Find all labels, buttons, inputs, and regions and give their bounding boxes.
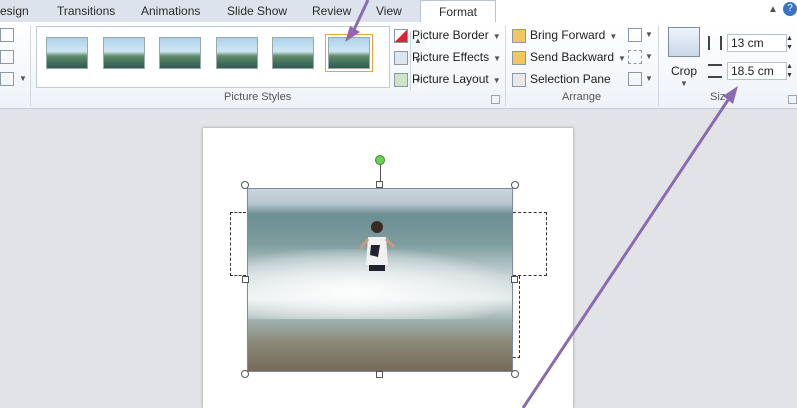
layout-icon <box>394 72 408 87</box>
send-backward-button[interactable]: Send Backward ▼ <box>512 48 626 66</box>
style-thumb-reflected[interactable] <box>272 37 314 69</box>
placeholder-outline-left <box>230 212 246 276</box>
help-icon[interactable]: ? <box>783 2 797 16</box>
reset-picture-icon[interactable] <box>0 72 14 86</box>
minimize-ribbon-icon[interactable]: ▲ <box>768 4 778 15</box>
tab-format[interactable]: Format <box>420 0 496 22</box>
rotate-icon[interactable] <box>628 72 642 86</box>
shape-height-icon <box>708 36 722 50</box>
height-field[interactable]: 13 cm <box>727 34 787 52</box>
resize-handle-top[interactable] <box>376 181 383 188</box>
chevron-down-icon[interactable]: ▼ <box>645 52 653 61</box>
width-spinner[interactable]: ▲ ▼ <box>785 62 794 80</box>
tab-design[interactable]: esign <box>0 3 29 19</box>
compress-icon[interactable] <box>0 50 14 64</box>
placeholder-outline-bottom <box>513 276 520 358</box>
ribbon-tab-bar: esign Transitions Animations Slide Show … <box>0 0 797 23</box>
chevron-down-icon: ▼ <box>618 54 626 63</box>
group-objects-icon[interactable] <box>628 50 642 64</box>
align-icon[interactable] <box>628 28 642 42</box>
chevron-down-icon: ▼ <box>492 76 501 85</box>
chevron-down-icon[interactable]: ▼ <box>19 74 27 83</box>
height-spinner[interactable]: ▲ ▼ <box>785 34 794 52</box>
resize-handle-bottom-left[interactable] <box>241 370 249 378</box>
chevron-down-icon[interactable]: ▼ <box>680 79 688 88</box>
tab-slide-show[interactable]: Slide Show <box>227 3 287 19</box>
picture-effects-button[interactable]: Picture Effects ▼ <box>394 48 501 66</box>
style-thumb-metal-frame[interactable] <box>159 37 201 69</box>
size-group-label: Siz <box>710 91 726 103</box>
picture-border-button[interactable]: Picture Border ▼ <box>394 26 501 44</box>
group-separator <box>30 26 31 106</box>
bring-forward-button[interactable]: Bring Forward ▼ <box>512 26 617 44</box>
selection-pane-icon <box>512 72 526 87</box>
send-backward-label: Send Backward <box>530 50 615 64</box>
picture-styles-gallery: ▲ ▼ ▾ <box>36 26 425 91</box>
shape-width-icon <box>708 64 722 78</box>
rotation-handle[interactable] <box>375 155 385 165</box>
person-figure <box>360 221 394 271</box>
resize-handle-top-right[interactable] <box>511 181 519 189</box>
resize-handle-bottom[interactable] <box>376 371 383 378</box>
group-separator <box>505 26 506 106</box>
style-thumb-drop-shadow[interactable] <box>216 37 258 69</box>
ribbon: ▼ ▲ ▼ ▾ Picture Border ▼ Picture Effects ▼… <box>0 22 797 109</box>
chevron-down-icon: ▼ <box>493 54 502 63</box>
picture-border-label: Picture Border <box>412 28 489 42</box>
resize-handle-right[interactable] <box>511 276 518 283</box>
style-thumb-white-border[interactable] <box>103 37 145 69</box>
chevron-down-icon: ▼ <box>492 32 501 41</box>
picture-effects-label: Picture Effects <box>412 50 490 64</box>
picture-layout-button[interactable]: Picture Layout ▼ <box>394 70 501 88</box>
adjust-icon[interactable] <box>0 28 14 42</box>
dialog-launcher-icon[interactable] <box>788 95 797 104</box>
tab-transitions[interactable]: Transitions <box>57 3 115 19</box>
effects-icon <box>394 50 408 65</box>
selection-pane-button[interactable]: Selection Pane <box>512 70 611 88</box>
pencil-icon <box>394 28 408 43</box>
resize-handle-left[interactable] <box>242 276 249 283</box>
tab-view[interactable]: View <box>376 3 402 19</box>
send-backward-icon <box>512 50 526 65</box>
placeholder-outline-right <box>513 212 547 276</box>
chevron-down-icon: ▼ <box>609 32 618 41</box>
group-separator <box>658 26 659 106</box>
beach-photo[interactable] <box>247 188 513 372</box>
style-thumb-simple-frame[interactable] <box>46 37 88 69</box>
picture-layout-label: Picture Layout <box>412 72 489 86</box>
style-thumb-soft-edge[interactable] <box>325 34 373 72</box>
tab-review[interactable]: Review <box>312 3 351 19</box>
tab-animations[interactable]: Animations <box>141 3 200 19</box>
width-field[interactable]: 18.5 cm <box>727 62 787 80</box>
tab-strip-fill <box>496 0 797 23</box>
chevron-down-icon[interactable]: ▼ <box>645 30 653 39</box>
resize-handle-top-left[interactable] <box>241 181 249 189</box>
bring-forward-label: Bring Forward <box>530 28 606 42</box>
picture-styles-group-label: Picture Styles <box>224 91 292 103</box>
chevron-down-icon[interactable]: ▼ <box>645 74 653 83</box>
crop-icon[interactable] <box>668 27 700 57</box>
arrange-group-label: Arrange <box>562 91 602 103</box>
dialog-launcher-icon[interactable] <box>491 95 500 104</box>
resize-handle-bottom-right[interactable] <box>511 370 519 378</box>
crop-label[interactable]: Crop <box>671 62 697 80</box>
selection-pane-label: Selection Pane <box>530 72 611 86</box>
bring-forward-icon <box>512 28 526 43</box>
